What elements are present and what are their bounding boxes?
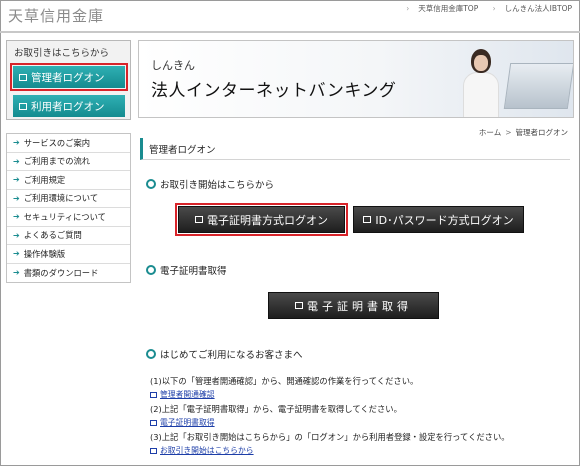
sidebar-item-downloads[interactable]: ➔ 書類のダウンロード [7, 264, 130, 283]
bank-logo[interactable]: 天草信用金庫 [8, 5, 104, 26]
section-title: はじめてご利用になるお客さまへ [160, 350, 303, 361]
sidebar-item-security[interactable]: ➔ セキュリティについて [7, 208, 130, 227]
id-password-logon-label: ID･パスワード方式ログオン [375, 213, 514, 227]
sidebar-item-demo[interactable]: ➔ 操作体験版 [7, 245, 130, 264]
user-logon-label: 利用者ログオン [31, 100, 105, 113]
instruction-step-3: (3)上記「お取引き開始はこちらから」の「ログオン」から利用者登録・設定を行って… [150, 432, 510, 442]
sidebar-item-faq[interactable]: ➔ よくあるご質問 [7, 227, 130, 245]
breadcrumb: ホーム > 管理者ログオン [479, 127, 568, 138]
arrow-right-icon: ➔ [13, 212, 20, 222]
start-transactions-link[interactable]: お取引き開始はこちらから [150, 445, 254, 456]
window-icon [363, 216, 372, 223]
arrow-right-icon: ➔ [13, 249, 20, 259]
admin-logon-button[interactable]: 管理者ログオン [10, 63, 128, 91]
top-link-bank[interactable]: › 天草信用金庫TOP [400, 4, 478, 13]
login-box: お取引きはこちらから 管理者ログオン 利用者ログオン [6, 40, 131, 120]
certificate-acquire-link[interactable]: 電子証明書取得 [150, 417, 215, 428]
window-icon [19, 73, 27, 81]
top-link-ib[interactable]: › しんきん法人IBTOP [487, 4, 572, 13]
certificate-logon-label: 電子証明書方式ログオン [207, 213, 328, 227]
certificate-logon-button[interactable]: 電子証明書方式ログオン [175, 203, 348, 236]
arrow-right-icon: ➔ [13, 268, 20, 278]
arrow-right-icon: ➔ [13, 156, 20, 166]
window-icon [295, 302, 303, 309]
id-password-logon-button[interactable]: ID･パスワード方式ログオン [353, 206, 524, 233]
banner-title: 法人インターネットバンキング [151, 81, 397, 101]
window-icon [150, 391, 157, 398]
breadcrumb-separator: > [505, 128, 512, 137]
admin-logon-label: 管理者ログオン [31, 71, 105, 84]
user-logon-button[interactable]: 利用者ログオン [13, 95, 125, 117]
banner-person-image [459, 45, 503, 117]
breadcrumb-home[interactable]: ホーム [479, 128, 501, 137]
instruction-step-1: (1)以下の「管理者開通確認」から、開通確認の作業を行ってください。 [150, 376, 419, 386]
window-icon [150, 447, 157, 454]
sidebar-item-flow[interactable]: ➔ ご利用までの流れ [7, 153, 130, 171]
circle-bullet-icon [146, 179, 156, 189]
circle-bullet-icon [146, 349, 156, 359]
section-title: 電子証明書取得 [160, 266, 227, 277]
section-title: お取引き開始はこちらから [160, 180, 275, 191]
breadcrumb-current: 管理者ログオン [515, 128, 569, 137]
instruction-step-2: (2)上記「電子証明書取得」から、電子証明書を取得してください。 [150, 404, 402, 414]
section-first-time: はじめてご利用になるお客さまへ [146, 347, 303, 361]
arrow-right-icon: ➔ [13, 193, 20, 203]
section-certificate: 電子証明書取得 [146, 263, 227, 277]
sidebar-nav: ➔ サービスのご案内 ➔ ご利用までの流れ ➔ ご利用規定 ➔ ご利用環境について ➔ セ… [6, 133, 131, 283]
service-banner: しんきん 法人インターネットバンキング [138, 40, 574, 118]
window-icon [195, 216, 203, 223]
arrow-right-icon: ➔ [13, 230, 20, 240]
sidebar-item-environment[interactable]: ➔ ご利用環境について [7, 190, 130, 208]
window-icon [19, 102, 27, 110]
window-icon [150, 419, 157, 426]
banner-laptop-image [503, 63, 573, 109]
top-links: › 天草信用金庫TOP › しんきん法人IBTOP [394, 3, 572, 14]
get-certificate-button[interactable]: 電子証明書取得 [268, 292, 439, 319]
login-box-title: お取引きはこちらから [14, 48, 110, 59]
header-divider [0, 31, 580, 33]
get-certificate-label: 電子証明書取得 [307, 299, 412, 313]
section-start-transactions: お取引き開始はこちらから [146, 177, 274, 191]
arrow-right-icon: ➔ [13, 175, 20, 185]
arrow-right-icon: ➔ [13, 138, 20, 148]
admin-activation-link[interactable]: 管理者開通確認 [150, 389, 215, 400]
page-title: 管理者ログオン [140, 138, 570, 160]
sidebar-item-service[interactable]: ➔ サービスのご案内 [7, 134, 130, 153]
banner-subtitle: しんきん [151, 59, 195, 72]
circle-bullet-icon [146, 265, 156, 275]
sidebar-item-terms[interactable]: ➔ ご利用規定 [7, 171, 130, 190]
